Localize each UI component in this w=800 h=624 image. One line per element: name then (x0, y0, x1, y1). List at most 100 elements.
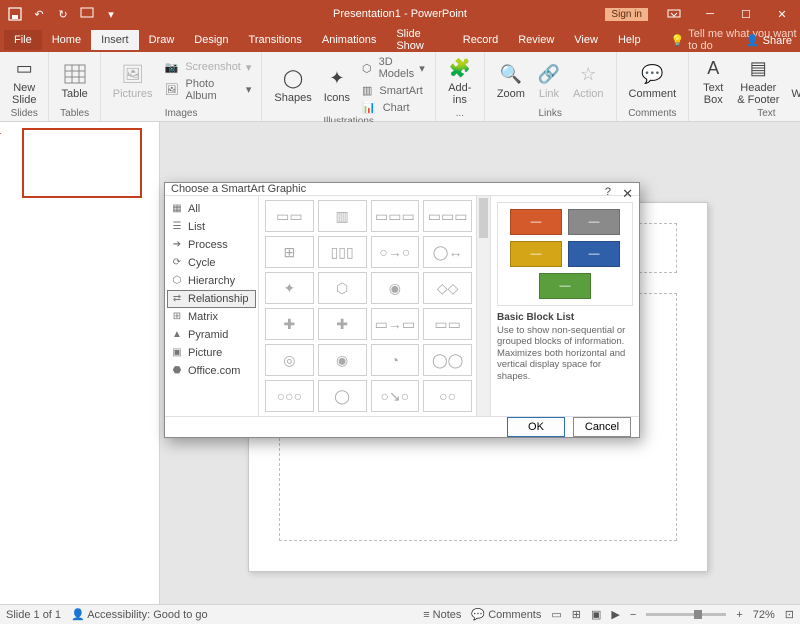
tab-home[interactable]: Home (42, 30, 91, 50)
layout-option[interactable]: ▥ (318, 200, 367, 232)
zoom-slider[interactable] (646, 613, 726, 616)
wordart-button[interactable]: AWordArt (787, 60, 800, 102)
ribbon-options-icon[interactable] (656, 0, 692, 28)
layout-gallery[interactable]: ▭▭ ▥ ▭▭▭ ▭▭▭ ⊞ ▯▯▯ ○→○ ◯↔ ✦ ⬡ ◉ ◇◇ ✚ ✚ ▭… (259, 196, 491, 416)
table-button[interactable]: Table (57, 60, 91, 102)
layout-option[interactable]: ⬡ (318, 272, 367, 304)
addins-button[interactable]: 🧩Add- ins (444, 54, 476, 108)
tab-record[interactable]: Record (453, 30, 508, 50)
category-cycle[interactable]: ⟳Cycle (167, 254, 256, 272)
share-button[interactable]: 👤 Share (746, 34, 792, 47)
new-slide-button[interactable]: ▭New Slide (8, 54, 40, 108)
layout-option[interactable]: ◯◯ (423, 344, 472, 376)
layout-option[interactable]: ○↘○ (371, 380, 420, 412)
slide-thumbnail-1[interactable] (22, 128, 142, 198)
category-process[interactable]: ➔Process (167, 236, 256, 254)
header-footer-button[interactable]: ▤Header & Footer (733, 54, 783, 108)
layout-option[interactable]: ▯▯▯ (318, 236, 367, 268)
slideshow-view-icon[interactable]: ▶ (611, 608, 619, 621)
layout-option[interactable]: ◔ (371, 344, 420, 376)
scrollbar-thumb[interactable] (479, 198, 488, 238)
layout-option[interactable]: ◯↔ (423, 236, 472, 268)
layout-option[interactable]: ▭▭▭ (371, 200, 420, 232)
chart-button[interactable]: 📊Chart (358, 99, 427, 116)
minimize-button[interactable]: ─ (692, 0, 728, 28)
pictures-button[interactable]: 🖼Pictures (109, 60, 157, 102)
icons-button[interactable]: ✦Icons (320, 64, 354, 106)
gallery-scrollbar[interactable] (476, 196, 490, 416)
zoom-level[interactable]: 72% (753, 609, 775, 621)
cancel-button[interactable]: Cancel (573, 417, 631, 437)
layout-option[interactable]: ▭▭ (423, 308, 472, 340)
3d-models-button[interactable]: ⬡3D Models ▾ (358, 54, 427, 82)
category-picture[interactable]: ▣Picture (167, 344, 256, 362)
photo-album-button[interactable]: 🖼Photo Album ▾ (161, 76, 254, 104)
zoom-button[interactable]: 🔍Zoom (493, 60, 529, 102)
layout-option[interactable]: ◯ (318, 380, 367, 412)
sign-in-button[interactable]: Sign in (605, 8, 648, 21)
dialog-title-bar[interactable]: Choose a SmartArt Graphic ? ✕ (165, 183, 639, 196)
tab-view[interactable]: View (564, 30, 608, 50)
notes-button[interactable]: ≡ Notes (423, 609, 461, 621)
layout-option[interactable]: ✦ (265, 272, 314, 304)
redo-icon[interactable]: ↻ (54, 5, 72, 23)
undo-icon[interactable]: ↶ (30, 5, 48, 23)
link-button[interactable]: 🔗Link (533, 60, 565, 102)
category-list[interactable]: ☰List (167, 218, 256, 236)
start-from-beginning-icon[interactable] (78, 5, 96, 23)
close-button[interactable]: ✕ (764, 0, 800, 28)
slide-counter[interactable]: Slide 1 of 1 (6, 609, 61, 621)
layout-option[interactable]: ○→○ (371, 236, 420, 268)
dialog-help-icon[interactable]: ? (605, 186, 611, 198)
comment-button[interactable]: 💬Comment (625, 60, 681, 102)
layout-option[interactable]: ▭→▭ (371, 308, 420, 340)
qat-dropdown-icon[interactable]: ▾ (102, 5, 120, 23)
category-relationship[interactable]: ⇄Relationship (167, 290, 256, 308)
smartart-button[interactable]: ▥SmartArt (358, 82, 427, 99)
action-button[interactable]: ☆Action (569, 60, 608, 102)
tab-help[interactable]: Help (608, 30, 651, 50)
layout-option[interactable]: ○○ (423, 380, 472, 412)
category-office[interactable]: ⬣Office.com (167, 362, 256, 380)
zoom-slider-knob[interactable] (694, 610, 702, 619)
text-box-button[interactable]: AText Box (697, 54, 729, 108)
layout-option[interactable]: ✚ (318, 308, 367, 340)
maximize-button[interactable]: ☐ (728, 0, 764, 28)
category-matrix[interactable]: ⊞Matrix (167, 308, 256, 326)
category-all[interactable]: ▦All (167, 200, 256, 218)
zoom-in-icon[interactable]: + (736, 609, 742, 621)
tab-animations[interactable]: Animations (312, 30, 386, 50)
layout-option[interactable]: ⊞ (265, 236, 314, 268)
layout-option[interactable]: ◇◇ (423, 272, 472, 304)
category-pyramid[interactable]: ▲Pyramid (167, 326, 256, 344)
ok-button[interactable]: OK (507, 417, 565, 437)
layout-option[interactable]: ▭▭▭ (423, 200, 472, 232)
category-hierarchy[interactable]: ⬡Hierarchy (167, 272, 256, 290)
reading-view-icon[interactable]: ▣ (591, 608, 601, 621)
save-icon[interactable] (6, 5, 24, 23)
shapes-button[interactable]: ◯Shapes (270, 64, 315, 106)
tab-transitions[interactable]: Transitions (239, 30, 312, 50)
dialog-close-icon[interactable]: ✕ (622, 186, 633, 202)
tab-design[interactable]: Design (184, 30, 238, 50)
zoom-out-icon[interactable]: − (630, 609, 636, 621)
layout-option[interactable]: ✚ (265, 308, 314, 340)
layout-option[interactable]: ▭▭ (265, 200, 314, 232)
tab-insert[interactable]: Insert (91, 30, 139, 50)
screenshot-button[interactable]: 📷Screenshot ▾ (161, 59, 254, 76)
normal-view-icon[interactable]: ▭ (551, 608, 561, 621)
comments-button[interactable]: 💬 Comments (471, 608, 541, 621)
tab-review[interactable]: Review (508, 30, 564, 50)
slide-thumbnail-panel[interactable]: 1 (0, 122, 160, 604)
group-slides: ▭New Slide Slides (0, 52, 49, 121)
tab-slideshow[interactable]: Slide Show (386, 24, 452, 56)
layout-option[interactable]: ○○○ (265, 380, 314, 412)
accessibility-status[interactable]: 👤 Accessibility: Good to go (71, 608, 208, 621)
tab-file[interactable]: File (4, 30, 42, 50)
layout-option[interactable]: ◎ (265, 344, 314, 376)
tab-draw[interactable]: Draw (139, 30, 185, 50)
layout-option[interactable]: ◉ (371, 272, 420, 304)
sorter-view-icon[interactable]: ⊞ (572, 608, 581, 621)
layout-option[interactable]: ◉ (318, 344, 367, 376)
fit-to-window-icon[interactable]: ⊡ (785, 608, 794, 621)
